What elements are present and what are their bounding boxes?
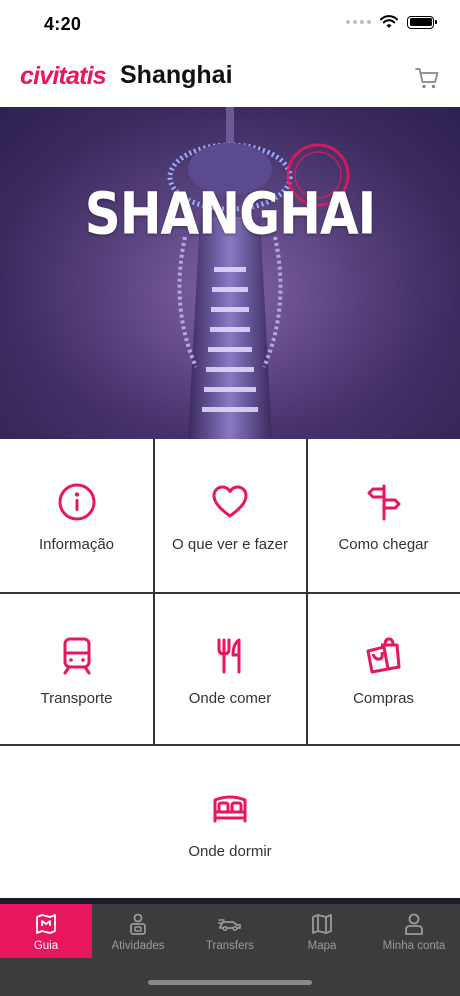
tab-label: Guia bbox=[33, 940, 59, 952]
menu-item-como-chegar[interactable]: Como chegar bbox=[307, 439, 460, 592]
tab-label: Mapa bbox=[307, 940, 337, 952]
activities-icon bbox=[130, 913, 146, 935]
shopping-bags-icon bbox=[366, 637, 400, 674]
city-title: Shanghai bbox=[120, 61, 233, 89]
menu-item-label: Informação bbox=[38, 536, 115, 553]
menu-item-label: Como chegar bbox=[338, 536, 429, 553]
info-icon bbox=[58, 483, 95, 521]
menu-item-label: Transporte bbox=[40, 690, 113, 707]
menu-item-label: Compras bbox=[353, 690, 414, 707]
menu-item-label: O que ver e fazer bbox=[172, 536, 288, 553]
tab-label: Minha conta bbox=[382, 940, 446, 952]
tab-mapa[interactable]: Mapa bbox=[276, 904, 368, 958]
map-guide-icon bbox=[36, 914, 56, 934]
hero-banner: SHANGHAI bbox=[0, 107, 460, 439]
heart-icon bbox=[212, 485, 248, 518]
signal-icon bbox=[346, 20, 371, 24]
hero-title: SHANGHAI bbox=[84, 180, 377, 248]
menu-grid: Informação O que ver e fazer Como chegar… bbox=[0, 439, 460, 898]
train-icon bbox=[63, 637, 90, 675]
tab-label: Atividades bbox=[111, 940, 165, 952]
grid-divider bbox=[0, 592, 460, 594]
map-icon bbox=[312, 914, 332, 934]
civitatis-logo: civitatis bbox=[20, 62, 107, 90]
grid-divider bbox=[0, 744, 460, 746]
fork-knife-icon bbox=[217, 638, 241, 674]
tab-transfers[interactable]: Transfers bbox=[184, 904, 276, 958]
battery-icon bbox=[407, 15, 437, 29]
signpost-icon bbox=[367, 484, 400, 521]
bed-icon bbox=[213, 795, 247, 823]
status-bar: 4:20 bbox=[0, 0, 460, 50]
status-time: 4:20 bbox=[44, 14, 82, 34]
menu-item-onde-dormir[interactable]: Onde dormir bbox=[0, 746, 460, 898]
menu-item-onde-comer[interactable]: Onde comer bbox=[154, 593, 306, 745]
menu-item-informacao[interactable]: Informação bbox=[0, 439, 153, 592]
hero-image bbox=[0, 107, 460, 439]
menu-item-compras[interactable]: Compras bbox=[307, 593, 460, 745]
menu-item-label: Onde dormir bbox=[188, 843, 272, 860]
car-icon bbox=[218, 919, 241, 932]
tab-minha-conta[interactable]: Minha conta bbox=[368, 904, 460, 958]
tab-atividades[interactable]: Atividades bbox=[92, 904, 184, 958]
menu-item-o-que-ver[interactable]: O que ver e fazer bbox=[154, 439, 306, 592]
wifi-icon bbox=[380, 15, 398, 28]
app-header: civitatis Shanghai bbox=[0, 50, 460, 107]
tab-guia[interactable]: Guia bbox=[0, 904, 92, 958]
tab-label: Transfers bbox=[205, 940, 255, 952]
user-icon bbox=[405, 913, 423, 935]
home-indicator bbox=[148, 980, 312, 985]
menu-item-label: Onde comer bbox=[188, 690, 272, 707]
menu-item-transporte[interactable]: Transporte bbox=[0, 593, 153, 745]
status-icons bbox=[346, 15, 437, 29]
cart-icon[interactable] bbox=[414, 65, 440, 91]
